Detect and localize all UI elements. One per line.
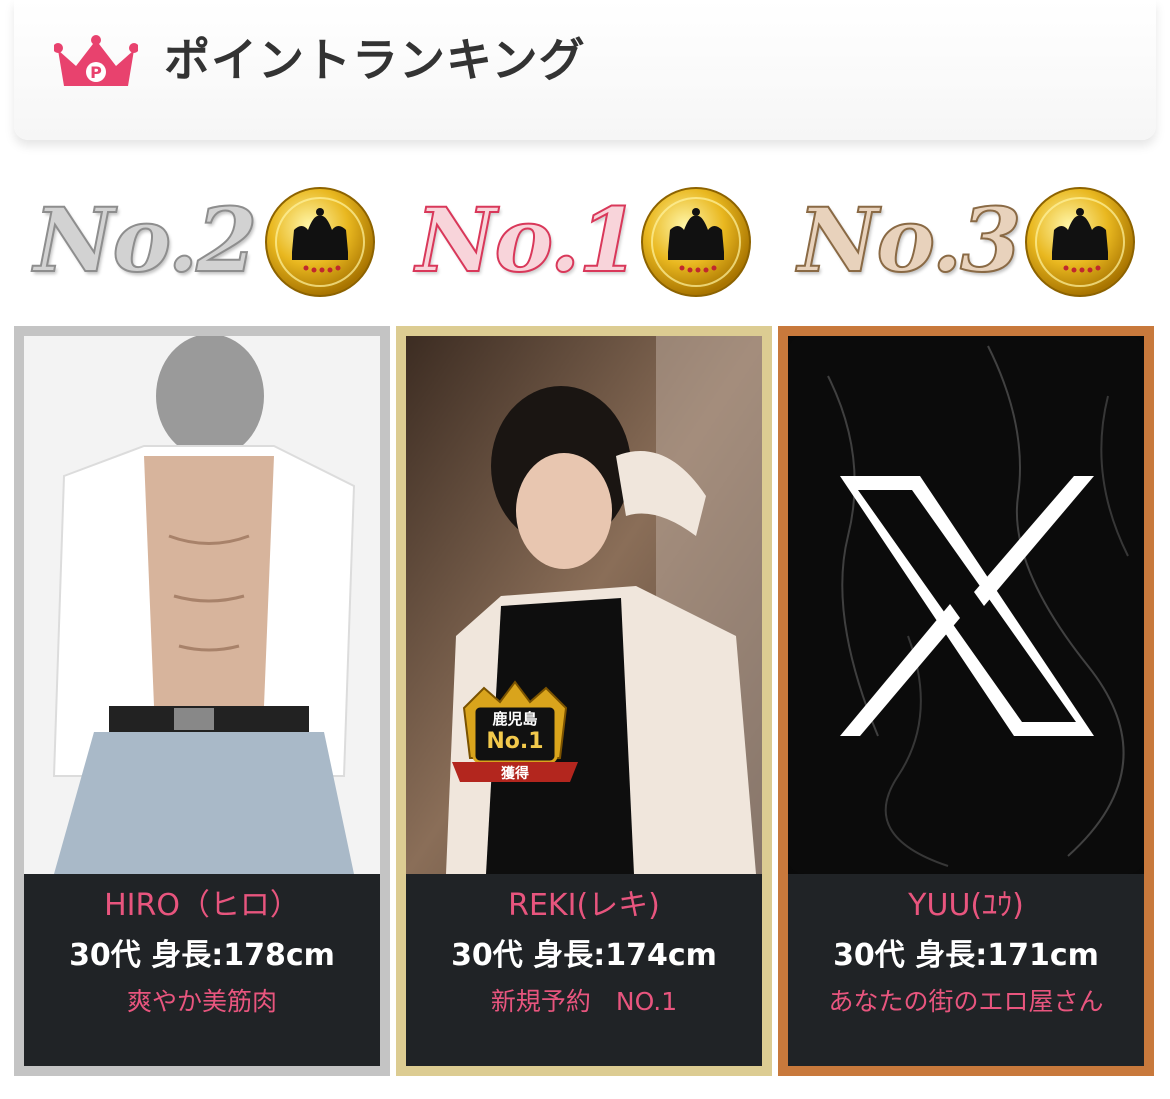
x-logo-icon — [788, 336, 1144, 874]
cast-catchphrase: 新規予約 NO.1 — [490, 987, 678, 1016]
cast-name[interactable]: YUU(ﾕｳ) — [788, 886, 1144, 926]
cast-photo[interactable] — [24, 336, 380, 874]
page-title: ポイントランキング — [164, 33, 586, 87]
gold-crown-medal-icon — [1025, 187, 1135, 297]
cast-photo-figure — [24, 336, 380, 874]
cast-photo[interactable]: 鹿児島 No.1 獲得 — [406, 336, 762, 874]
rank-text: No.1 — [415, 188, 640, 292]
cast-card-yuu[interactable]: YUU(ﾕｳ) 30代 身長:171cm あなたの街のエロ屋さん — [778, 326, 1154, 1076]
svg-text:P: P — [90, 63, 102, 82]
cast-spec: 30代 身長:174cm — [451, 938, 717, 973]
cast-photo[interactable] — [788, 336, 1144, 874]
cast-info-panel: YUU(ﾕｳ) 30代 身長:171cm あなたの街のエロ屋さん — [788, 874, 1144, 1066]
rank-text: No.3 — [797, 188, 1022, 292]
svg-text:No.1: No.1 — [486, 729, 543, 754]
gold-crown-medal-icon — [265, 187, 375, 297]
cast-info-panel: HIRO（ヒロ） 30代 身長:178cm 爽やか美筋肉 — [24, 874, 380, 1066]
cast-card-reki[interactable]: 鹿児島 No.1 獲得 REKI(レキ) 30代 身長:174cm 新規予約 N… — [396, 326, 772, 1076]
cast-catchphrase: 爽やか美筋肉 — [126, 987, 277, 1016]
ranking-header: P ポイントランキング — [14, 0, 1156, 140]
cast-spec: 30代 身長:171cm — [833, 938, 1099, 973]
rank-label-no3: No.3 — [784, 180, 1164, 300]
rank-text: No.2 — [33, 188, 258, 292]
rank-label-no2: No.2 — [20, 180, 400, 300]
svg-text:鹿児島: 鹿児島 — [492, 710, 537, 728]
cast-catchphrase: あなたの街のエロ屋さん — [828, 987, 1104, 1016]
cast-name[interactable]: REKI(レキ) — [406, 886, 762, 926]
cast-card-hiro[interactable]: HIRO（ヒロ） 30代 身長:178cm 爽やか美筋肉 — [14, 326, 390, 1076]
cast-spec: 30代 身長:178cm — [69, 938, 335, 973]
rank-label-no1: No.1 — [402, 180, 782, 300]
crown-p-icon: P — [54, 35, 138, 86]
gold-crown-medal-icon — [641, 187, 751, 297]
cast-photo-figure — [406, 336, 762, 874]
kagoshima-no1-badge-icon: 鹿児島 No.1 獲得 — [452, 680, 578, 782]
svg-text:獲得: 獲得 — [501, 765, 529, 782]
cast-name[interactable]: HIRO（ヒロ） — [24, 886, 380, 926]
cast-info-panel: REKI(レキ) 30代 身長:174cm 新規予約 NO.1 — [406, 874, 762, 1066]
